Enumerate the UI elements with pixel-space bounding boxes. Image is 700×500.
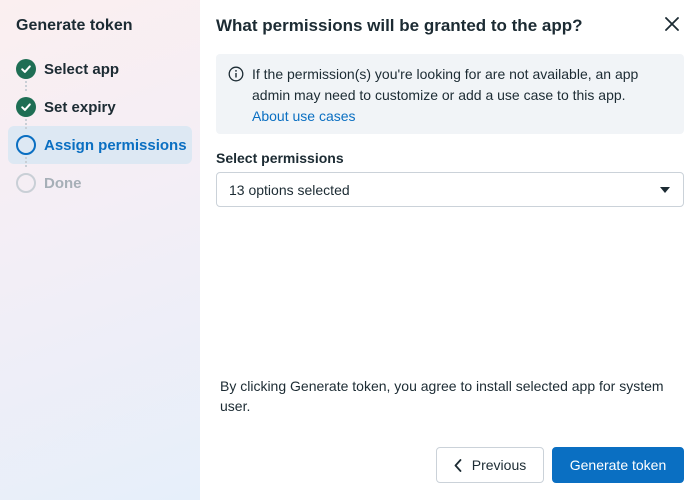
close-icon [665, 17, 679, 31]
permissions-select-value: 13 options selected [229, 181, 350, 198]
step-set-expiry[interactable]: Set expiry [8, 88, 192, 126]
step-assign-permissions[interactable]: Assign permissions [8, 126, 192, 164]
info-icon [228, 66, 244, 82]
chevron-left-icon [454, 458, 462, 472]
stepper-sidebar: Generate token Select app Set expiry Ass… [0, 0, 200, 500]
step-label: Set expiry [44, 98, 116, 116]
step-connector [25, 115, 27, 129]
info-banner: If the permission(s) you're looking for … [216, 54, 684, 134]
previous-button[interactable]: Previous [436, 447, 544, 483]
current-step-circle-icon [16, 135, 36, 155]
page-title: What permissions will be granted to the … [216, 16, 583, 35]
step-label: Select app [44, 60, 120, 78]
about-use-cases-link[interactable]: About use cases [252, 106, 672, 127]
step-connector [25, 77, 27, 91]
step-label: Assign permissions [44, 136, 187, 154]
step-done: Done [8, 164, 192, 202]
info-message: If the permission(s) you're looking for … [252, 66, 639, 103]
pending-step-circle-icon [16, 173, 36, 193]
consent-text: By clicking Generate token, you agree to… [220, 378, 664, 414]
step-list: Select app Set expiry Assign permissions… [8, 50, 192, 202]
checkmark-icon [16, 97, 36, 117]
sidebar-title: Generate token [16, 17, 133, 34]
main-panel: What permissions will be granted to the … [200, 0, 700, 500]
close-button[interactable] [662, 14, 682, 34]
generate-token-dialog: Generate token Select app Set expiry Ass… [0, 0, 700, 500]
generate-token-button-label: Generate token [569, 457, 667, 473]
permissions-select[interactable]: 13 options selected [216, 172, 684, 207]
checkmark-icon [16, 59, 36, 79]
step-label: Done [44, 174, 82, 192]
caret-down-icon [660, 186, 670, 193]
dialog-footer: Previous Generate token [436, 447, 684, 483]
previous-button-label: Previous [471, 457, 527, 473]
info-text-block: If the permission(s) you're looking for … [252, 64, 672, 124]
step-select-app[interactable]: Select app [8, 50, 192, 88]
generate-token-button[interactable]: Generate token [552, 447, 684, 483]
select-permissions-label: Select permissions [216, 150, 344, 166]
step-connector [25, 153, 27, 167]
